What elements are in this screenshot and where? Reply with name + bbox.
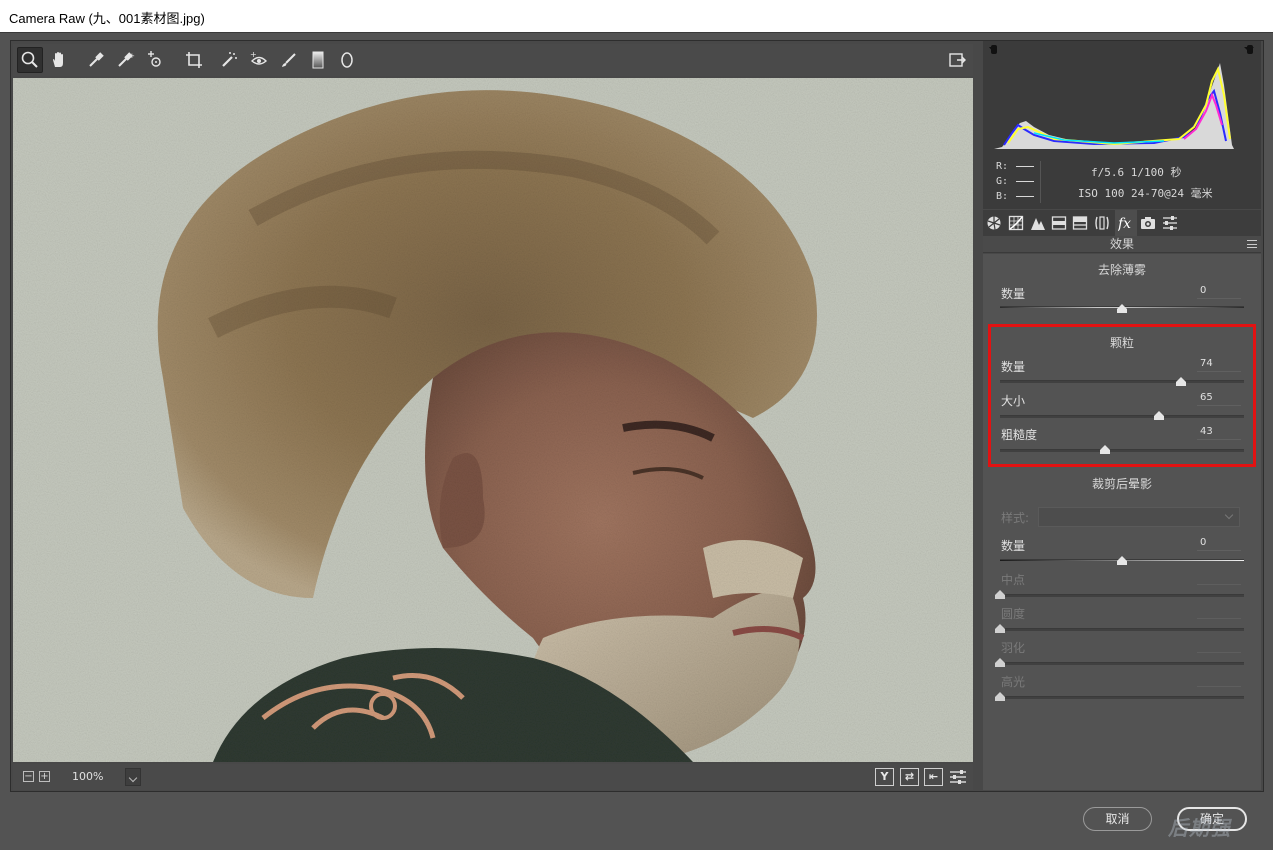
preview-statusbar: − + 100% Y ⇄ ⇤	[13, 764, 973, 790]
window-title: Camera Raw (九、001素材图.jpg)	[9, 11, 205, 26]
vignette-roundness-value	[1197, 605, 1241, 619]
watermark: 后期强	[1168, 816, 1231, 840]
vignette-amount-thumb[interactable]	[1117, 556, 1127, 565]
before-after-view-icon[interactable]: Y	[875, 768, 894, 786]
vignette-style-label: 样式:	[1001, 511, 1030, 525]
tab-hsl-icon[interactable]	[1050, 214, 1068, 232]
white-balance-icon[interactable]	[83, 47, 109, 73]
toolbar: + +	[13, 44, 973, 76]
vignette-highlights-slider	[1000, 696, 1244, 699]
vignette-roundness-slider	[1000, 628, 1244, 631]
vignette-midpoint-thumb	[995, 590, 1005, 599]
tab-split-toning-icon[interactable]	[1071, 214, 1089, 232]
vignette-highlights-label: 高光	[1001, 675, 1026, 689]
vignette-highlights-thumb	[995, 692, 1005, 701]
camera-info-panel: R: G: B: f/5.6 1/100 秒 ISO 100 24-70@24 …	[983, 155, 1261, 209]
vignette-midpoint-value	[1197, 571, 1241, 585]
zoom-out-button[interactable]: −	[23, 771, 34, 782]
tab-presets-icon[interactable]	[1161, 214, 1179, 232]
info-divider	[1040, 161, 1041, 203]
color-sampler-icon[interactable]: +	[112, 47, 138, 73]
zoom-level[interactable]: 100%	[68, 768, 128, 786]
vignette-roundness-thumb	[995, 624, 1005, 633]
window-titlebar: Camera Raw (九、001素材图.jpg)	[0, 0, 1273, 32]
image-preview[interactable]	[13, 78, 973, 762]
crop-icon[interactable]	[181, 47, 207, 73]
vignette-amount-label: 数量	[1001, 539, 1026, 553]
panel-title: 效果	[983, 236, 1261, 253]
vignette-roundness-label: 圆度	[1001, 607, 1026, 621]
rgb-r: R:	[996, 161, 1035, 172]
hand-icon[interactable]	[46, 47, 72, 73]
radial-filter-icon[interactable]	[334, 47, 360, 73]
tab-effects-icon[interactable]: fx	[1115, 210, 1137, 236]
svg-text:+: +	[250, 50, 257, 59]
swap-settings-icon[interactable]: ⇄	[900, 768, 919, 786]
spot-removal-icon[interactable]	[216, 47, 242, 73]
histogram	[983, 41, 1261, 155]
dehaze-amount-label: 数量	[1001, 287, 1026, 301]
rgb-g: G:	[996, 176, 1035, 187]
tab-detail-icon[interactable]	[1029, 214, 1047, 232]
svg-text:+: +	[129, 52, 135, 60]
svg-text:fx: fx	[1118, 216, 1131, 231]
view-settings-icon[interactable]	[949, 769, 967, 785]
vignette-amount-value[interactable]: 0	[1197, 537, 1241, 551]
vignette-title: 裁剪后晕影	[1091, 477, 1152, 491]
vignette-style-select[interactable]	[1038, 507, 1240, 527]
tab-lens-corrections-icon[interactable]	[1093, 214, 1111, 232]
tab-tone-curve-icon[interactable]	[1007, 214, 1025, 232]
vignette-feather-value	[1197, 639, 1241, 653]
photo-portrait-illustration	[13, 78, 973, 762]
targeted-adjust-icon[interactable]	[142, 47, 168, 73]
vignette-highlights-value	[1197, 673, 1241, 687]
rgb-b: B:	[996, 191, 1035, 202]
tab-camera-calibration-icon[interactable]	[1139, 214, 1157, 232]
lens-readout: ISO 100 24-70@24 毫米	[1078, 187, 1213, 200]
panel-tabbar: fx	[983, 210, 1261, 236]
dehaze-amount-thumb[interactable]	[1117, 304, 1127, 313]
zoom-in-button[interactable]: +	[39, 771, 50, 782]
vignette-feather-thumb	[995, 658, 1005, 667]
cancel-button[interactable]: 取消	[1083, 807, 1152, 831]
zoom-icon[interactable]	[17, 47, 43, 73]
fullscreen-toggle-icon[interactable]	[944, 47, 970, 73]
vignette-midpoint-label: 中点	[1001, 573, 1026, 587]
adjustment-brush-icon[interactable]	[276, 47, 302, 73]
frame-divider	[0, 32, 1273, 33]
exposure-readout: f/5.6 1/100 秒	[1091, 166, 1182, 179]
tab-basic-icon[interactable]	[985, 214, 1003, 232]
graduated-filter-icon[interactable]	[305, 47, 331, 73]
copy-settings-icon[interactable]: ⇤	[924, 768, 943, 786]
red-eye-icon[interactable]: +	[246, 47, 272, 73]
zoom-dropdown-chevron-icon[interactable]	[125, 768, 141, 786]
vignette-midpoint-slider	[1000, 594, 1244, 597]
panel-menu-icon[interactable]	[1247, 240, 1257, 248]
dehaze-title: 去除薄雾	[1097, 263, 1146, 277]
grain-highlight-box	[988, 324, 1256, 467]
vignette-feather-slider	[1000, 662, 1244, 665]
dehaze-amount-value[interactable]: 0	[1197, 285, 1241, 299]
vignette-feather-label: 羽化	[1001, 641, 1026, 655]
